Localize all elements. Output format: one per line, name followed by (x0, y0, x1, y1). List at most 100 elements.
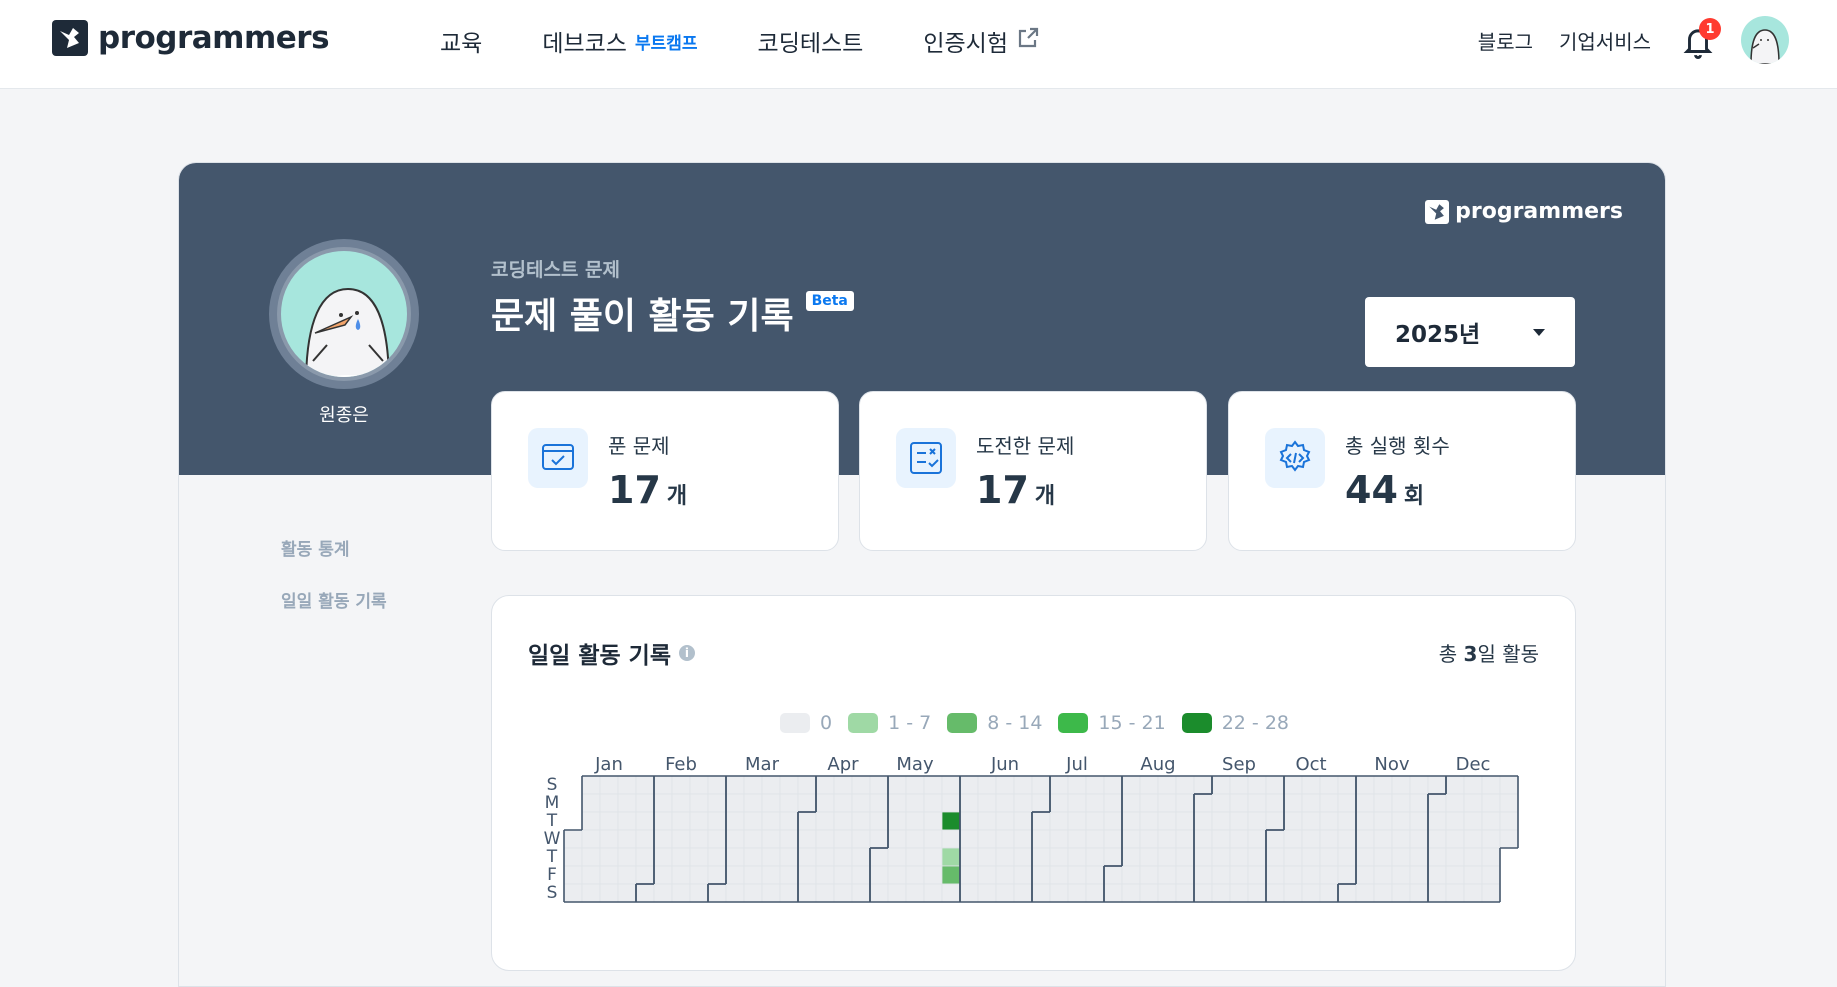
heatmap-cell[interactable] (1085, 829, 1105, 849)
heatmap-cell[interactable] (1175, 811, 1195, 831)
heatmap-cell[interactable] (1391, 829, 1411, 849)
notification-button[interactable]: 1 (1681, 18, 1721, 60)
heatmap-cell[interactable] (1445, 793, 1465, 813)
heatmap-cell[interactable] (923, 829, 943, 849)
heatmap-cell[interactable] (653, 811, 673, 831)
heatmap-cell[interactable] (923, 847, 943, 867)
heatmap-cell[interactable] (1103, 829, 1123, 849)
heatmap-cell[interactable] (581, 847, 601, 867)
heatmap-cell[interactable] (1373, 865, 1393, 885)
side-menu-item-daily[interactable]: 일일 활동 기록 (281, 587, 387, 612)
heatmap-cell[interactable] (797, 829, 817, 849)
heatmap-cell[interactable] (887, 847, 907, 867)
heatmap-cell[interactable] (761, 883, 781, 903)
heatmap-cell[interactable] (887, 775, 907, 795)
heatmap-cell[interactable] (1373, 775, 1393, 795)
heatmap-cell[interactable] (833, 883, 853, 903)
heatmap-cell[interactable] (1175, 829, 1195, 849)
heatmap-cell[interactable] (1409, 865, 1429, 885)
heatmap-cell[interactable] (1085, 865, 1105, 885)
heatmap-cell[interactable] (1481, 829, 1501, 849)
heatmap-cell[interactable] (1139, 811, 1159, 831)
heatmap-cell[interactable] (1463, 847, 1483, 867)
heatmap-cell[interactable] (1337, 847, 1357, 867)
heatmap-cell[interactable] (1121, 793, 1141, 813)
heatmap-cell[interactable] (1121, 865, 1141, 885)
heatmap-cell[interactable] (725, 793, 745, 813)
heatmap-cell[interactable] (1499, 829, 1519, 849)
heatmap-cell[interactable] (761, 811, 781, 831)
heatmap-cell[interactable] (635, 793, 655, 813)
heatmap-cell[interactable] (1121, 883, 1141, 903)
heatmap-cell[interactable] (1319, 811, 1339, 831)
heatmap-cell[interactable] (869, 793, 889, 813)
heatmap-cell[interactable] (1013, 865, 1033, 885)
heatmap-cell[interactable] (1499, 793, 1519, 813)
heatmap-cell[interactable] (1121, 775, 1141, 795)
heatmap-cell[interactable] (1049, 883, 1069, 903)
heatmap-cell[interactable] (1373, 847, 1393, 867)
heatmap-cell[interactable] (581, 811, 601, 831)
heatmap-cell[interactable] (1283, 811, 1303, 831)
heatmap-cell[interactable] (707, 847, 727, 867)
heatmap-cell[interactable] (1373, 793, 1393, 813)
heatmap-cell[interactable] (761, 829, 781, 849)
heatmap-cell[interactable] (1031, 793, 1051, 813)
heatmap-cell[interactable] (725, 811, 745, 831)
heatmap-cell[interactable] (779, 775, 799, 795)
heatmap-cell[interactable] (815, 865, 835, 885)
heatmap-cell[interactable] (995, 865, 1015, 885)
heatmap-cell[interactable] (1427, 883, 1447, 903)
heatmap-cell[interactable] (1121, 829, 1141, 849)
heatmap-cell[interactable] (995, 775, 1015, 795)
heatmap-cell[interactable] (1247, 793, 1267, 813)
heatmap-cell[interactable] (689, 829, 709, 849)
heatmap-cell[interactable] (815, 793, 835, 813)
heatmap-cell[interactable] (905, 865, 925, 885)
heatmap-cell[interactable] (1211, 775, 1231, 795)
heatmap-cell[interactable] (1067, 847, 1087, 867)
heatmap-cell[interactable] (1427, 865, 1447, 885)
heatmap-cell[interactable] (581, 829, 601, 849)
heatmap-cell[interactable] (869, 847, 889, 867)
heatmap-cell[interactable] (1283, 883, 1303, 903)
heatmap-cell[interactable] (977, 847, 997, 867)
heatmap-cell[interactable] (1067, 865, 1087, 885)
user-avatar[interactable] (1741, 16, 1789, 64)
heatmap-cell[interactable] (599, 865, 619, 885)
heatmap-cell[interactable] (1337, 793, 1357, 813)
heatmap-cell[interactable] (1301, 775, 1321, 795)
heatmap-cell[interactable] (1355, 829, 1375, 849)
heatmap-cell[interactable] (977, 829, 997, 849)
heatmap-cell[interactable] (1085, 811, 1105, 831)
heatmap-cell[interactable] (851, 865, 871, 885)
heatmap-cell[interactable] (851, 811, 871, 831)
heatmap-cell[interactable] (1049, 811, 1069, 831)
heatmap-cell[interactable] (959, 829, 979, 849)
heatmap-cell[interactable] (1409, 793, 1429, 813)
side-menu-item-stats[interactable]: 활동 통계 (281, 535, 387, 560)
heatmap-cell[interactable] (815, 847, 835, 867)
heatmap-cell[interactable] (1139, 865, 1159, 885)
heatmap-cell[interactable] (1049, 793, 1069, 813)
heatmap-cell[interactable] (653, 865, 673, 885)
heatmap-cell[interactable] (1193, 775, 1213, 795)
heatmap-cell[interactable] (581, 883, 601, 903)
heatmap-cell[interactable] (1175, 847, 1195, 867)
heatmap-cell[interactable] (1319, 847, 1339, 867)
heatmap-cell[interactable] (1247, 811, 1267, 831)
heatmap-cell[interactable] (1265, 883, 1285, 903)
heatmap-cell[interactable] (725, 883, 745, 903)
heatmap-cell[interactable] (1211, 811, 1231, 831)
heatmap-cell[interactable] (1067, 775, 1087, 795)
heatmap-cell[interactable] (1481, 865, 1501, 885)
heatmap-cell[interactable] (887, 811, 907, 831)
heatmap-cell[interactable] (1121, 847, 1141, 867)
heatmap-cell[interactable] (743, 847, 763, 867)
heatmap-cell[interactable] (1139, 847, 1159, 867)
heatmap-cell[interactable] (1013, 883, 1033, 903)
heatmap-cell[interactable] (1013, 793, 1033, 813)
info-icon[interactable]: i (678, 645, 695, 661)
heatmap-cell[interactable] (671, 865, 691, 885)
heatmap-cell[interactable] (743, 793, 763, 813)
